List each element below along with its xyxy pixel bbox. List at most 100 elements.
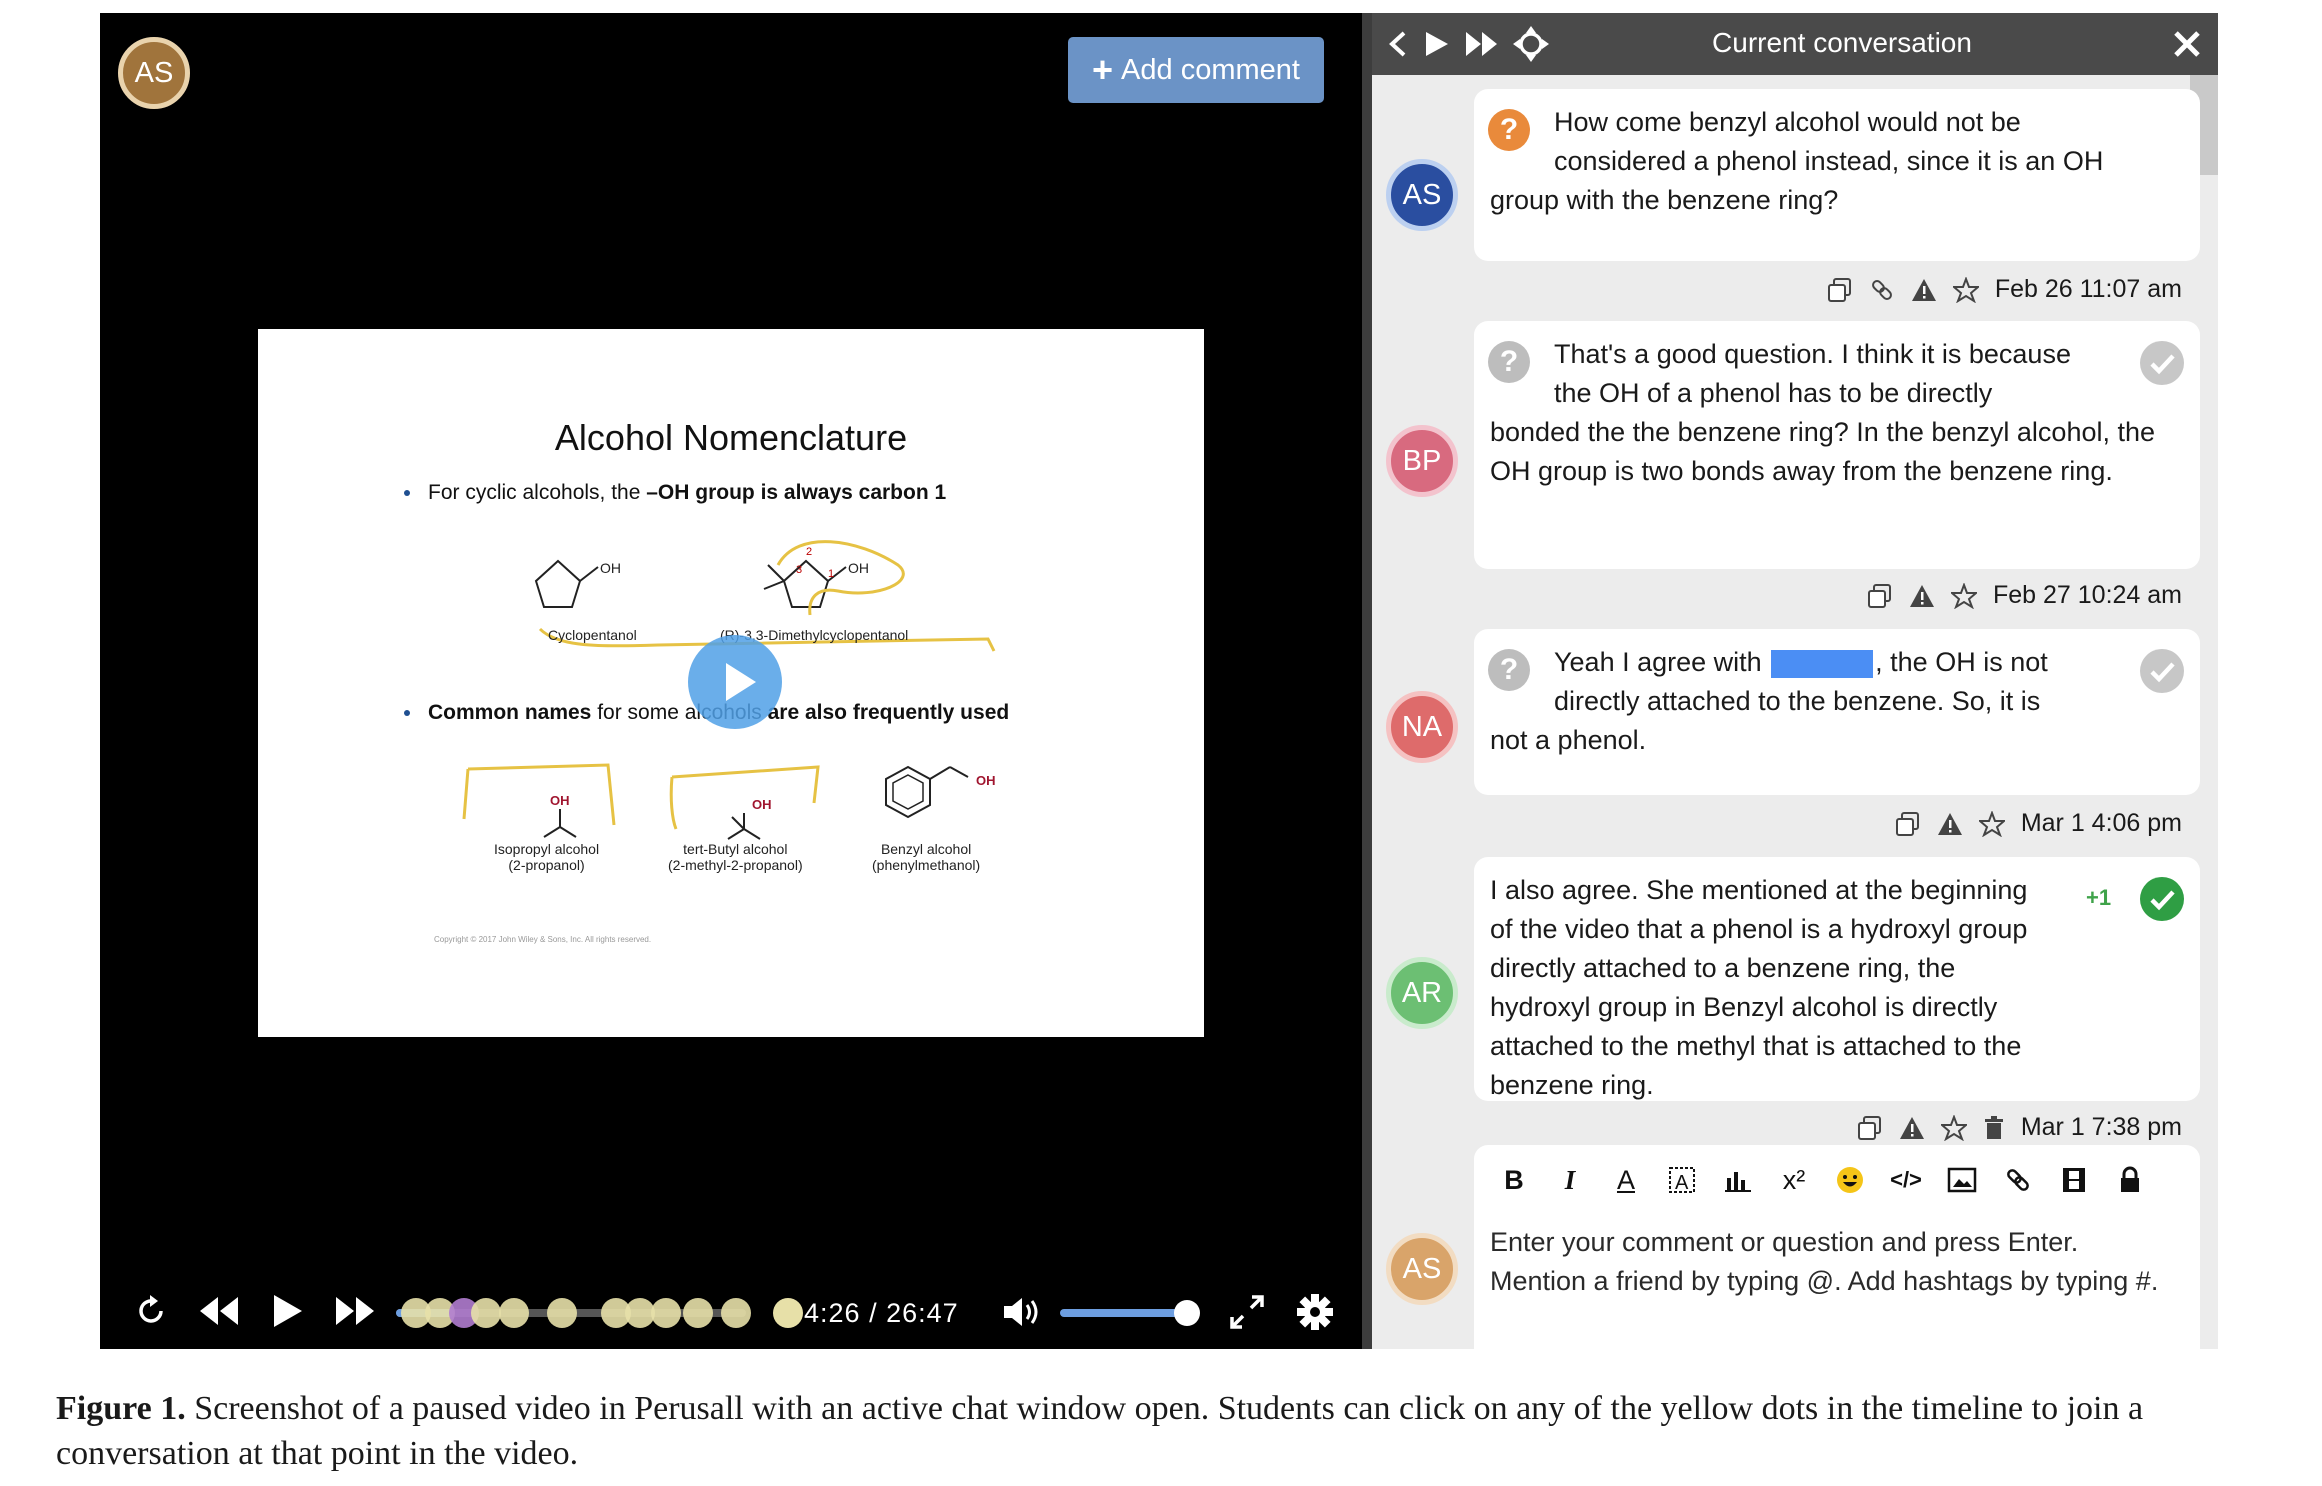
film-icon [2063, 1168, 2085, 1192]
structure-label: Isopropyl alcohol (2-propanol) [494, 841, 599, 873]
user-avatar[interactable]: AS [1386, 159, 1458, 231]
panel-divider[interactable] [1362, 13, 1372, 1349]
structure-subname: (2-methyl-2-propanol) [668, 857, 803, 873]
user-avatar[interactable]: AS [118, 37, 190, 109]
user-avatar[interactable]: AS [1386, 1233, 1458, 1305]
figure-caption: Figure 1. Screenshot of a paused video i… [56, 1386, 2286, 1476]
structure-subname: (2-propanol) [508, 857, 585, 873]
image-button[interactable] [1934, 1152, 1990, 1208]
rewind-icon[interactable] [198, 1295, 240, 1327]
play-icon [726, 663, 756, 701]
star-icon[interactable] [1978, 810, 2005, 837]
comment-date: Mar 1 4:06 pm [2020, 809, 2182, 837]
star-icon[interactable] [1952, 276, 1979, 303]
question-badge-icon[interactable]: ? [1488, 109, 1530, 151]
user-avatar[interactable]: NA [1386, 691, 1458, 763]
comment-bubble[interactable]: ? Yeah I agree with , the OH is not dire… [1474, 629, 2200, 795]
superscript-button[interactable]: x² [1766, 1152, 1822, 1208]
copy-icon[interactable] [1867, 583, 1893, 609]
volume-slider-track[interactable] [1060, 1309, 1180, 1317]
comment-bubble[interactable]: ? That's a good question. I think it is … [1474, 321, 2200, 569]
chart-icon [1725, 1172, 1751, 1192]
checkmark-icon[interactable] [2140, 341, 2184, 385]
link-icon[interactable] [1869, 277, 1895, 303]
timeline-conversation-dot[interactable] [499, 1298, 529, 1328]
clear-format-button[interactable]: A [1654, 1152, 1710, 1208]
structure-label: tert-Butyl alcohol (2-methyl-2-propanol) [668, 841, 803, 873]
italic-button[interactable]: I [1542, 1152, 1598, 1208]
copy-icon[interactable] [1827, 277, 1853, 303]
font-color-button[interactable]: A [1598, 1152, 1654, 1208]
timeline-conversation-dot[interactable] [683, 1298, 713, 1328]
star-icon[interactable] [1940, 1114, 1967, 1141]
private-button[interactable] [2102, 1152, 2158, 1208]
replay-icon[interactable] [134, 1293, 170, 1329]
comment-bubble[interactable]: ? How come benzyl alcohol would not be c… [1474, 89, 2200, 261]
chart-button[interactable] [1710, 1152, 1766, 1208]
star-icon[interactable] [1950, 582, 1977, 609]
checkmark-icon[interactable] [2140, 649, 2184, 693]
time-separator: / [869, 1298, 878, 1328]
clear-format-icon: A [1669, 1167, 1695, 1194]
volume-slider-handle[interactable] [1174, 1300, 1200, 1326]
question-badge-icon[interactable]: ? [1488, 341, 1530, 383]
bold-button[interactable]: B [1486, 1152, 1542, 1208]
chevron-left-icon[interactable] [1386, 29, 1410, 59]
structure-label: Cyclopentanol [548, 627, 637, 643]
comment-text-fragment: , the OH is not [1875, 647, 2048, 677]
close-icon[interactable] [2172, 29, 2202, 59]
comment-meta: Feb 26 11:07 am [1827, 275, 2182, 304]
comment-text: bonded the the benzene ring? In the benz… [1490, 417, 2156, 486]
video-frame-slide: Alcohol Nomenclature For cyclic alcohols… [258, 329, 1204, 1037]
add-comment-label: Add comment [1121, 53, 1300, 86]
comment-date: Feb 26 11:07 am [1994, 275, 2182, 303]
fast-forward-icon[interactable] [334, 1295, 376, 1327]
user-avatar[interactable]: BP [1386, 425, 1458, 497]
structure-label: Benzyl alcohol (phenylmethanol) [872, 841, 980, 873]
emoji-icon [1837, 1167, 1863, 1193]
oh-label: OH [848, 560, 869, 576]
redacted-name [1771, 649, 1874, 678]
user-avatar[interactable]: AR [1386, 957, 1458, 1029]
emoji-button[interactable] [1822, 1152, 1878, 1208]
link-button[interactable] [1990, 1152, 2046, 1208]
fullscreen-icon[interactable] [1228, 1293, 1266, 1331]
play-icon[interactable] [1422, 29, 1450, 59]
slide-copyright: Copyright © 2017 John Wiley & Sons, Inc.… [434, 935, 652, 944]
copy-icon[interactable] [1857, 1115, 1883, 1141]
warning-icon[interactable] [1899, 1115, 1925, 1141]
timeline-conversation-dot[interactable] [651, 1298, 681, 1328]
timeline-conversation-dot[interactable] [721, 1298, 751, 1328]
warning-icon[interactable] [1909, 583, 1935, 609]
fast-forward-icon[interactable] [1464, 29, 1500, 59]
move-icon[interactable] [1512, 25, 1550, 63]
video-player[interactable]: AS + Add comment Alcohol Nomenclature Fo… [100, 13, 1362, 1349]
warning-icon[interactable] [1911, 277, 1937, 303]
comment-text-line: considered a phenol instead, since it is… [1554, 146, 2104, 176]
warning-icon[interactable] [1937, 811, 1963, 837]
checkmark-icon[interactable] [2140, 877, 2184, 921]
copy-icon[interactable] [1895, 811, 1921, 837]
timeline-conversation-dot[interactable] [547, 1298, 577, 1328]
play-overlay-button[interactable] [688, 635, 782, 729]
comment-editor[interactable]: B I A A x² </> Enter your comment or que… [1474, 1145, 2200, 1349]
structure-name: tert-Butyl alcohol [683, 841, 788, 857]
comment-text: group with the benzene ring? [1490, 185, 1839, 215]
link-icon [2007, 1169, 2029, 1191]
play-icon[interactable] [270, 1293, 304, 1329]
comment-bubble[interactable]: I also agree. She mentioned at the begin… [1474, 857, 2200, 1101]
question-badge-icon[interactable]: ? [1488, 649, 1530, 691]
timeline-conversation-dot[interactable] [773, 1298, 803, 1328]
settings-gear-icon[interactable] [1296, 1293, 1334, 1331]
caption-text: Screenshot of a paused video in Perusall… [56, 1390, 2144, 1472]
comment-input[interactable]: Enter your comment or question and press… [1490, 1223, 2170, 1301]
carbon-number: 1 [828, 568, 834, 580]
volume-icon[interactable] [1002, 1295, 1042, 1329]
add-comment-button[interactable]: + Add comment [1068, 37, 1324, 103]
video-button[interactable] [2046, 1152, 2102, 1208]
comment-meta: Mar 1 4:06 pm [1895, 809, 2182, 838]
timeline-conversation-dot[interactable] [471, 1298, 501, 1328]
conversation-panel: Current conversation AS ? How come benzy… [1372, 13, 2218, 1349]
code-button[interactable]: </> [1878, 1152, 1934, 1208]
trash-icon[interactable] [1983, 1115, 2005, 1141]
